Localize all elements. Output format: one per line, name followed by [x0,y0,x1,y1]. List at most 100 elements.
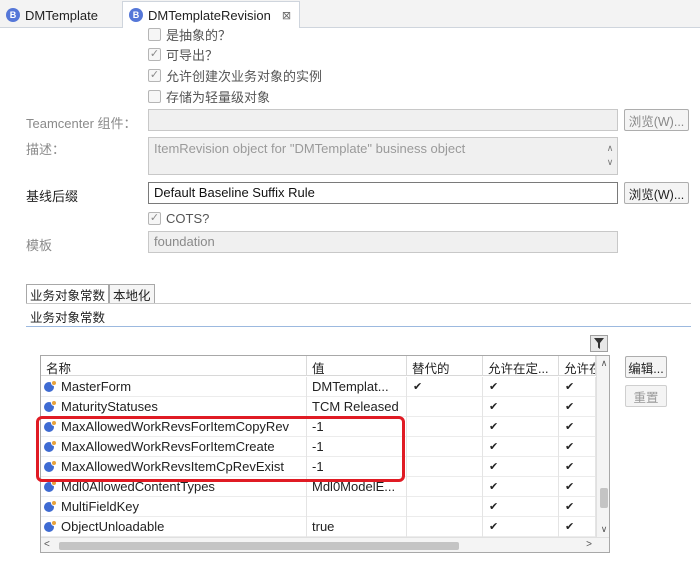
browse-baseline-button[interactable]: 浏览(W)... [624,182,689,204]
abstract-checkbox-row[interactable]: 是抽象的？ [148,25,231,43]
column-header-overridden[interactable]: 替代的 [407,356,483,376]
table-row[interactable]: ObjectUnloadable true ✔ ✔ [41,516,596,537]
reset-button[interactable]: 重置 [625,385,667,407]
row-allow-override: ✔ [483,376,559,397]
allow-secondary-checkbox-row[interactable]: ✓ 允许创建次业务对象的实例 [148,66,322,84]
column-header-allow[interactable]: 允许在... [559,356,596,376]
section-title: 业务对象常数 [30,311,106,325]
row-allow: ✔ [559,516,596,537]
tab-label: DMTemplateRevision [148,7,271,23]
row-overridden [407,456,483,477]
row-allow-override: ✔ [483,476,559,497]
row-allow-override: ✔ [483,416,559,437]
close-icon[interactable]: ⊠ [282,9,291,22]
row-value: -1 [307,436,407,457]
tab-dmtemplate[interactable]: B DMTemplate [0,2,118,28]
row-name: MaxAllowedWorkRevsItemCpRevExist [61,459,284,474]
constant-icon [44,440,57,453]
table-row[interactable]: MultiFieldKey ✔ ✔ [41,496,596,517]
row-name: MaxAllowedWorkRevsForItemCopyRev [61,419,290,434]
row-value: Mdl0ModelE... [307,476,407,497]
lightweight-label: 存储为轻量级对象 [166,89,271,105]
exportable-checkbox[interactable]: ✓ [148,47,161,61]
description-label: 描述： [26,142,66,157]
column-header-value[interactable]: 值 [307,356,407,376]
row-value [307,496,407,517]
row-name: MasterForm [61,379,132,394]
row-name: MaxAllowedWorkRevsForItemCreate [61,439,275,454]
row-name: MaturityStatuses [61,399,158,414]
tab-localization[interactable]: 本地化 [109,284,155,303]
browse-component-button[interactable]: 浏览(W)... [624,109,689,131]
sub-tab-bar: 业务对象常数 本地化 [26,284,155,303]
scrollbar-thumb[interactable] [59,542,459,550]
row-value: TCM Released [307,396,407,417]
table-row[interactable]: MaxAllowedWorkRevsForItemCreate -1 ✔ ✔ [41,436,596,457]
scroll-up-icon[interactable]: ∧ [597,358,609,369]
baseline-suffix-label: 基线后缀 [26,189,79,204]
description-field[interactable]: ItemRevision object for "DMTemplate" bus… [148,137,618,175]
row-value: true [307,516,407,537]
row-allow: ✔ [559,416,596,437]
description-scrollbar[interactable]: ∧ ∨ [605,141,615,169]
allow-secondary-checkbox[interactable]: ✓ [148,68,161,82]
tab-business-object-constants[interactable]: 业务对象常数 [26,284,110,303]
edit-button[interactable]: 编辑... [625,356,667,378]
template-label: 模板 [26,238,53,253]
scroll-up-icon[interactable]: ∧ [605,141,615,155]
column-header-name[interactable]: 名称 [41,356,307,376]
divider [26,326,691,327]
row-overridden: ✔ [407,376,483,397]
constant-icon [44,380,57,393]
lightweight-checkbox-row[interactable]: 存储为轻量级对象 [148,87,270,105]
description-placeholder: ItemRevision object for "DMTemplate" bus… [154,141,466,156]
row-value: -1 [307,456,407,477]
row-allow: ✔ [559,496,596,517]
column-header-allow-override[interactable]: 允许在定... [483,356,559,376]
filter-icon [594,338,604,349]
table-row[interactable]: Mdl0AllowedContentTypes Mdl0ModelE... ✔ … [41,476,596,497]
row-allow: ✔ [559,436,596,457]
row-allow: ✔ [559,456,596,477]
row-value: DMTemplat... [307,376,407,397]
teamcenter-component-field [148,109,618,131]
table-row[interactable]: MaxAllowedWorkRevsItemCpRevExist -1 ✔ ✔ [41,456,596,477]
table-row[interactable]: MaturityStatuses TCM Released ✔ ✔ [41,396,596,417]
table-vertical-scrollbar[interactable]: ∧ ∨ [596,356,609,537]
constants-table: 名称 值 替代的 允许在定... 允许在... MasterForm DMTem… [40,355,610,553]
scroll-right-icon[interactable]: > [586,539,592,550]
table-row[interactable]: MaxAllowedWorkRevsForItemCopyRev -1 ✔ ✔ [41,416,596,437]
table-body: MasterForm DMTemplat... ✔ ✔ ✔ MaturitySt… [41,376,596,537]
row-overridden [407,516,483,537]
constant-icon [44,460,57,473]
tab-label: DMTemplate [25,7,98,23]
row-overridden [407,436,483,457]
row-allow-override: ✔ [483,516,559,537]
row-allow: ✔ [559,476,596,497]
business-object-icon: B [129,8,143,22]
row-overridden [407,416,483,437]
scroll-down-icon[interactable]: ∨ [597,524,609,535]
lightweight-checkbox[interactable] [148,89,161,103]
abstract-checkbox[interactable] [148,27,161,41]
table-row[interactable]: MasterForm DMTemplat... ✔ ✔ ✔ [41,376,596,397]
editor-tab-bar: B DMTemplate B DMTemplateRevision ⊠ [0,0,700,28]
baseline-suffix-field: Default Baseline Suffix Rule [148,182,618,204]
scroll-down-icon[interactable]: ∨ [605,155,615,169]
row-overridden [407,496,483,517]
cots-checkbox[interactable]: ✓ [148,211,161,225]
row-value: -1 [307,416,407,437]
constant-icon [44,480,57,493]
constant-icon [44,500,57,513]
table-header: 名称 值 替代的 允许在定... 允许在... [41,356,596,376]
cots-checkbox-row[interactable]: ✓ COTS? [148,209,209,227]
scroll-left-icon[interactable]: < [44,539,50,550]
cots-label: COTS? [166,210,210,226]
row-name: ObjectUnloadable [61,519,165,534]
row-allow-override: ✔ [483,396,559,417]
exportable-checkbox-row[interactable]: ✓ 可导出？ [148,45,218,63]
scrollbar-thumb[interactable] [600,488,608,508]
table-horizontal-scrollbar[interactable]: < > [41,537,609,552]
row-allow: ✔ [559,376,596,397]
filter-button[interactable] [590,335,608,352]
